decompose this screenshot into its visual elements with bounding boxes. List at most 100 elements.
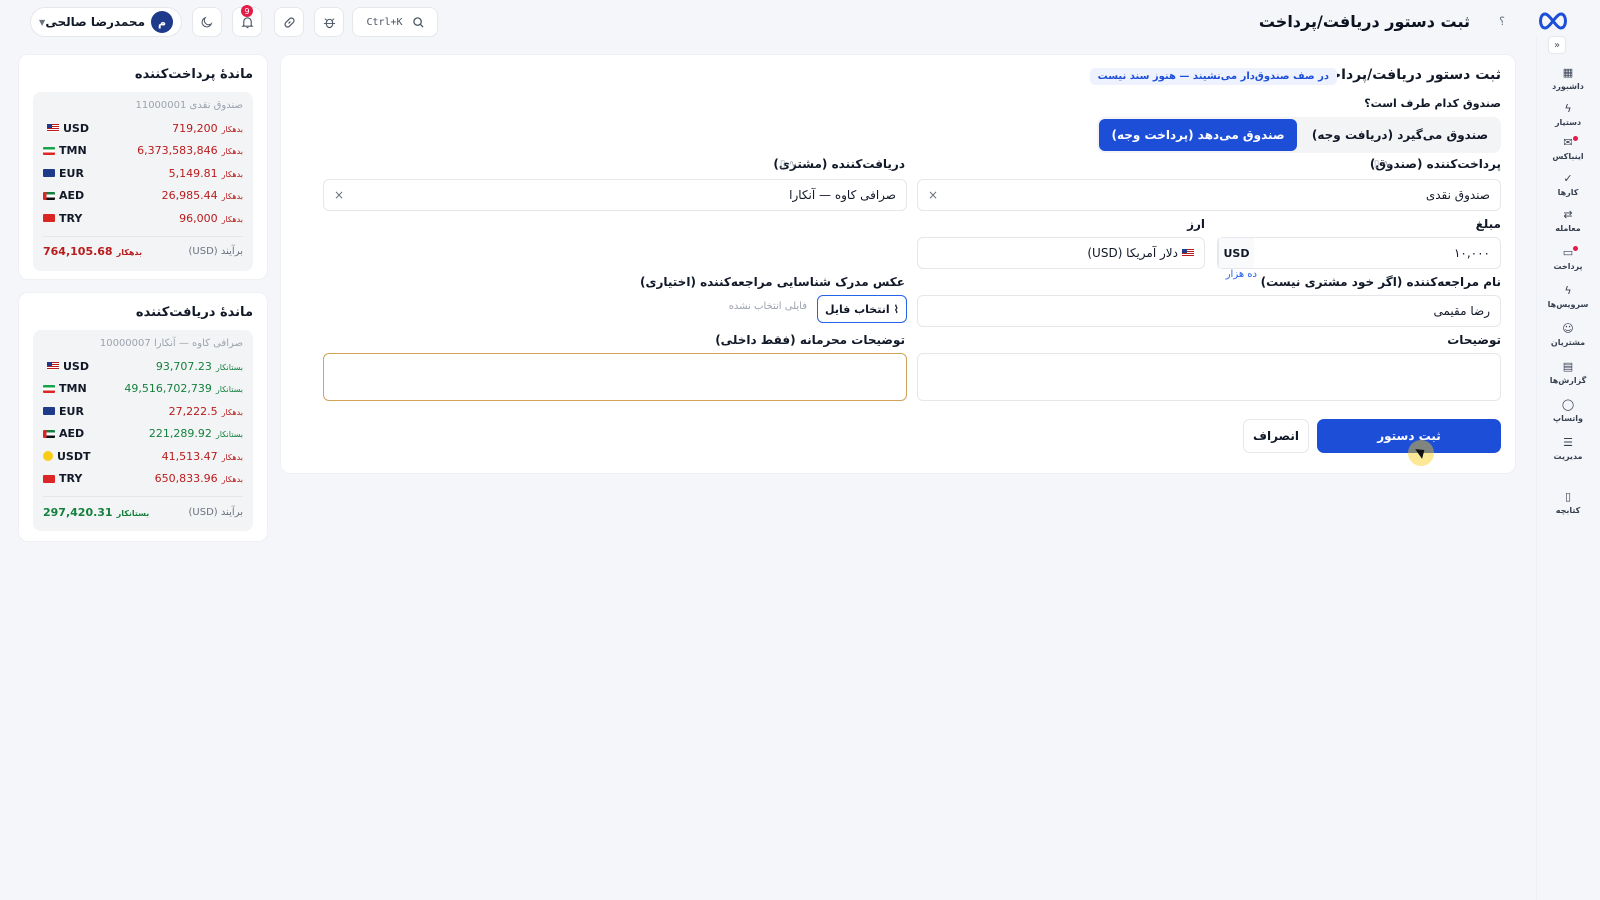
payee-select[interactable]: صرافی کاوه — آنکارا × <box>323 179 907 211</box>
payment-icon: ▭ <box>1562 246 1574 259</box>
sidebar-item-label: پرداخت <box>1553 262 1583 271</box>
cancel-button[interactable]: انصراف <box>1243 419 1309 453</box>
private-notes-textarea[interactable] <box>323 353 907 401</box>
currency-code-text: TRY <box>59 472 83 486</box>
sidebar-item-label: داشبورد <box>1552 82 1584 91</box>
sidebar-item-label: واتساپ <box>1553 414 1583 423</box>
balance-row: AED 26,985.44 بدهکار <box>43 185 243 208</box>
us-flag-icon <box>47 124 59 133</box>
balance-value: 6,373,583,846 بدهکار <box>137 144 243 157</box>
currency-code: EUR <box>43 405 84 418</box>
currency-code: USDT <box>43 450 91 463</box>
activity-icon[interactable]: ∿ <box>789 159 797 170</box>
choose-file-button[interactable]: ⌇ انتخاب فایل <box>817 295 907 323</box>
sidebar-item-assistant[interactable]: ϟ دستیار <box>1546 102 1590 127</box>
sidebar-item-handbook[interactable]: ▯ کتابچه <box>1546 490 1590 515</box>
notes-textarea[interactable] <box>917 353 1501 401</box>
total-label: برآیند (USD) <box>188 506 244 518</box>
notifications-button[interactable]: 9 <box>232 5 262 37</box>
eu-flag-icon <box>43 407 55 416</box>
us-flag-icon <box>47 362 59 371</box>
currency-code-text: EUR <box>59 166 84 180</box>
balance-row: TRY 650,833.96 بدهکار <box>43 468 243 491</box>
currency-code-text: TRY <box>59 211 83 225</box>
sidebar-item-dashboard[interactable]: ▦ داشبورد <box>1546 66 1590 91</box>
amount-in-words: ده هزار <box>1225 269 1257 280</box>
currency-code-text: USD <box>63 359 89 373</box>
account-name: صندوق نقدی 11000001 <box>135 100 243 111</box>
swap-icon: ⇄ <box>1563 208 1573 221</box>
amount-value: ۱۰,۰۰۰ <box>1453 246 1490 260</box>
referrer-field[interactable]: رضا مقیمی <box>917 295 1501 327</box>
total-value: 297,420.31 بستانکار <box>43 506 149 519</box>
balance-amount: 27,222.5 <box>168 404 218 418</box>
balance-row: USD 93,707.23 بستانکار <box>43 355 243 378</box>
clear-icon[interactable]: × <box>928 188 938 202</box>
payer-select[interactable]: صندوق نقدی × <box>917 179 1501 211</box>
referrer-label: نام مراجعه‌کننده (اگر خود مشتری نیست) <box>1260 275 1501 289</box>
search-button[interactable]: Ctrl+K <box>352 7 438 37</box>
total-row: برآیند (USD) 297,420.31 بستانکار <box>43 501 243 523</box>
currency-code: EUR <box>43 167 84 180</box>
sidebar-item-trade[interactable]: ⇄ معامله <box>1546 208 1590 233</box>
balance-amount: 49,516,702,739 <box>124 382 212 396</box>
document-icon[interactable]: ▯ <box>780 159 786 170</box>
balance-status: بستانکار <box>215 430 243 440</box>
sidebar-item-management[interactable]: ☰ مدیریت <box>1546 436 1590 461</box>
document-icon[interactable]: ▯ <box>1374 159 1380 170</box>
notification-count-badge: 9 <box>241 5 253 17</box>
balance-row: TRY 96,000 بدهکار <box>43 207 243 230</box>
usdt-coin-icon <box>43 451 53 462</box>
sidebar-item-whatsapp[interactable]: ◯ واتساپ <box>1546 398 1590 423</box>
sidebar-item-customers[interactable]: ☺ مشتریان <box>1546 322 1590 347</box>
sidebar-item-label: کارها <box>1557 188 1579 197</box>
sidebar-item-label: مدیریت <box>1553 452 1583 461</box>
balance-amount: 221,289.92 <box>148 427 212 441</box>
sidebar-item-tasks[interactable]: ✓ کارها <box>1546 172 1590 197</box>
id-photo-label: عکس مدرک شناسایی مراجعه‌کننده (اختیاری) <box>639 275 905 289</box>
bolt-icon: ϟ <box>1564 284 1572 297</box>
iran-flag-icon <box>43 384 55 393</box>
theme-toggle-button[interactable] <box>192 7 222 37</box>
tab-cash-pays[interactable]: صندوق می‌دهد (پرداخت وجه) <box>1099 119 1297 151</box>
balance-status: بدهکار <box>221 214 243 224</box>
currency-select[interactable]: دلار آمریکا (USD) <box>917 237 1205 269</box>
sliders-icon: ☰ <box>1563 436 1573 449</box>
total-value: 764,105.68 بدهکار <box>43 245 142 258</box>
sidebar-item-inbox[interactable]: ✉ اینباکس <box>1546 136 1590 161</box>
link-button[interactable] <box>274 7 304 37</box>
chevron-down-icon: ▼ <box>39 17 46 27</box>
iran-flag-icon <box>43 146 55 155</box>
help-icon[interactable]: ؟ <box>1494 14 1510 30</box>
currency-code: TRY <box>43 472 82 485</box>
balance-value: 221,289.92 بستانکار <box>149 427 243 440</box>
total-amount: 297,420.31 <box>43 505 113 519</box>
balance-row: USD 719,200 بدهکار <box>43 117 243 140</box>
user-menu[interactable]: م محمدرضا صالحی ▼ <box>30 7 182 37</box>
amount-field[interactable]: ۱۰,۰۰۰ USD <box>1217 237 1501 269</box>
currency-code: AED <box>43 189 84 202</box>
balance-row: EUR 27,222.5 بدهکار <box>43 400 243 423</box>
tab-cash-receives[interactable]: صندوق می‌گیرد (دریافت وجه) <box>1301 119 1499 151</box>
clear-icon[interactable]: × <box>334 188 344 202</box>
bug-report-button[interactable] <box>314 7 344 37</box>
sidebar-item-services[interactable]: ϟ سرویس‌ها <box>1546 284 1590 309</box>
total-row: برآیند (USD) 764,105.68 بدهکار <box>43 241 243 263</box>
activity-icon[interactable]: ∿ <box>1383 159 1391 170</box>
users-icon: ☺ <box>1562 322 1574 335</box>
balance-amount: 41,513.47 <box>161 449 218 463</box>
sidebar-item-label: گزارش‌ها <box>1549 376 1587 385</box>
file-status: فایلی انتخاب نشده <box>728 301 807 312</box>
balance-status: بستانکار <box>215 362 243 372</box>
check-icon: ✓ <box>1563 172 1573 185</box>
mouse-cursor <box>1408 440 1434 466</box>
turkey-flag-icon <box>43 214 55 223</box>
balance-value: 96,000 بدهکار <box>179 212 243 225</box>
unread-dot <box>1573 246 1578 251</box>
sidebar-item-reports[interactable]: ▤ گزارش‌ها <box>1546 360 1590 385</box>
collapse-sidebar-button[interactable]: » <box>1548 36 1566 54</box>
total-label: برآیند (USD) <box>188 246 244 257</box>
balance-value: 27,222.5 بدهکار <box>169 405 243 418</box>
app-logo[interactable] <box>1536 10 1570 32</box>
sidebar-item-payment[interactable]: ▭ پرداخت <box>1546 246 1590 271</box>
